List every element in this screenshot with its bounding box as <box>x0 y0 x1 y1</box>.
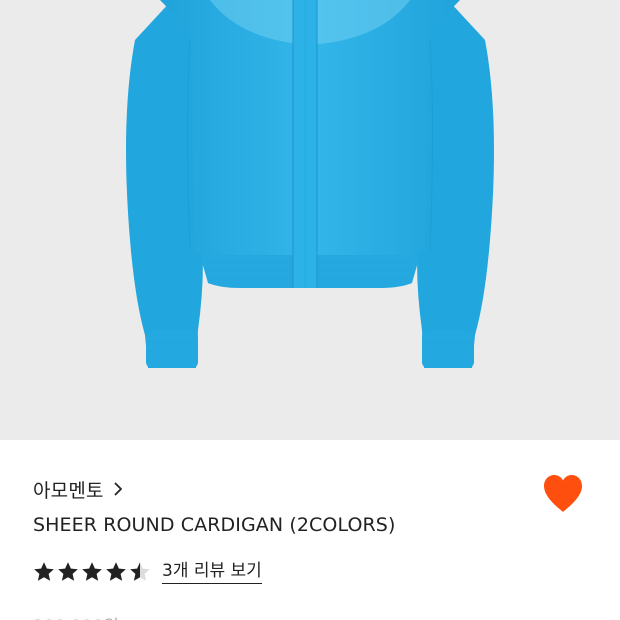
right-cuff <box>422 330 474 368</box>
cardigan-illustration <box>126 0 494 368</box>
product-detail-page: 아모멘토 SHEER ROUND CARDIGAN (2COLORS) 3개 리… <box>0 0 620 620</box>
star-icon <box>82 562 102 581</box>
left-cuff <box>146 330 198 368</box>
star-icon <box>130 562 150 581</box>
star-icon <box>34 562 54 581</box>
star-icon <box>58 562 78 581</box>
chevron-right-icon <box>114 482 122 496</box>
brand-name: 아모멘토 <box>33 479 104 502</box>
product-title: SHEER ROUND CARDIGAN (2COLORS) <box>33 514 396 536</box>
product-image[interactable] <box>0 0 620 440</box>
star-icon <box>106 562 126 581</box>
star-rating <box>33 561 153 583</box>
price: 318,000원 <box>33 612 119 620</box>
review-link[interactable]: 3개 리뷰 보기 <box>162 561 262 584</box>
rating-row: 3개 리뷰 보기 <box>33 558 262 586</box>
heart-icon <box>544 475 582 512</box>
brand-link[interactable]: 아모멘토 <box>33 476 123 502</box>
product-info-panel: 아모멘토 SHEER ROUND CARDIGAN (2COLORS) 3개 리… <box>0 440 620 620</box>
wishlist-button[interactable] <box>540 472 586 514</box>
